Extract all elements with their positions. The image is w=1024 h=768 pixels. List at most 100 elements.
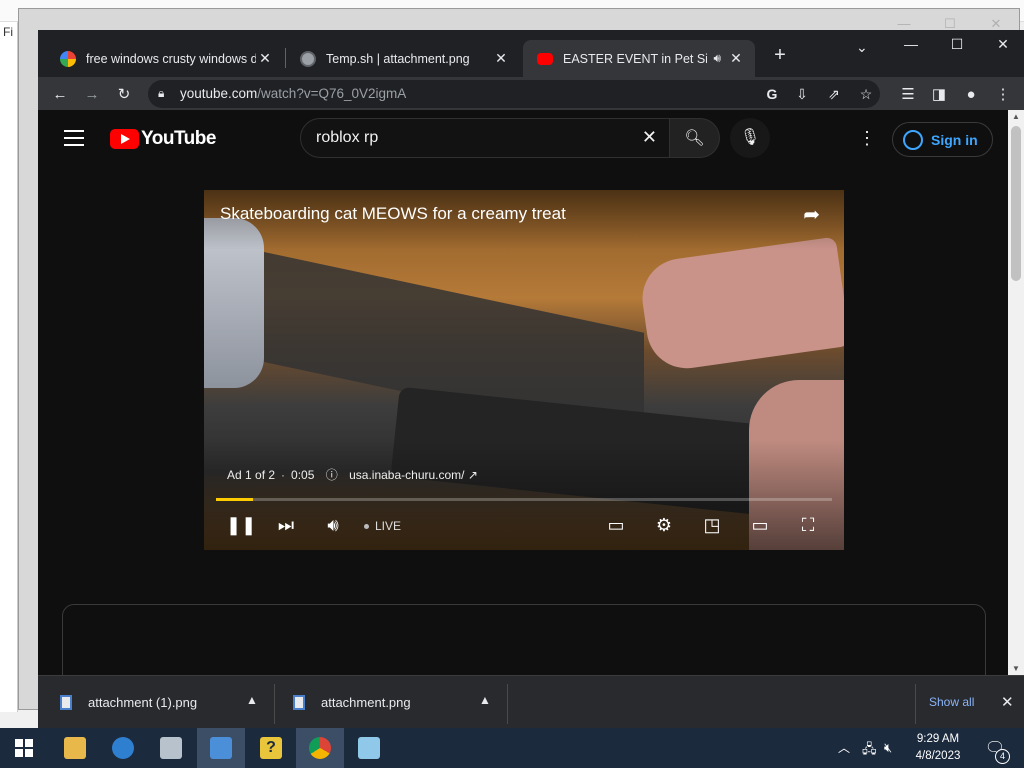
share-icon[interactable]: ➦	[803, 202, 820, 227]
tab-temp-sh[interactable]: Temp.sh | attachment.png ✕	[286, 40, 520, 77]
download-filename: attachment.png	[321, 695, 411, 710]
lock-icon[interactable]: 🔒︎	[158, 86, 164, 101]
ad-info: Ad 1 of 2 · 0:05 ⓘ usa.inaba-churu.com/ ↗	[227, 468, 478, 482]
fullscreen-icon[interactable]: ⛶	[795, 512, 821, 538]
close-download-shelf-icon[interactable]: ✕	[1001, 693, 1014, 711]
action-center-button[interactable]: 🗨︎ 4	[982, 738, 1010, 764]
live-label: LIVE	[375, 519, 402, 533]
volume-icon[interactable]: 🔊︎	[320, 512, 346, 538]
taskbar-chrome[interactable]	[296, 728, 344, 768]
clear-search-icon[interactable]: ✕	[642, 127, 657, 148]
folder-icon	[64, 737, 86, 759]
google-icon	[60, 50, 76, 67]
subtitles-icon[interactable]: ▭	[603, 512, 629, 538]
browser-toolbar: ← → ↻ 🔒︎ youtube.com/watch?v=Q76_0V2igmA…	[38, 77, 1024, 110]
chevron-up-icon[interactable]: ▲	[479, 693, 491, 707]
taskbar-file-explorer[interactable]	[51, 728, 99, 768]
tab-close-button[interactable]: ✕	[256, 50, 274, 67]
url-text: youtube.com/watch?v=Q76_0V2igmA	[180, 86, 406, 101]
youtube-wordmark: YouTube	[141, 128, 216, 149]
search-input[interactable]: roblox rp ✕	[300, 118, 670, 158]
youtube-logo[interactable]: YouTube	[110, 128, 216, 150]
video-title[interactable]: Skateboarding cat MEOWS for a creamy tre…	[220, 204, 566, 224]
next-icon[interactable]: ⏭︎	[273, 512, 299, 538]
youtube-icon	[537, 52, 553, 65]
back-icon[interactable]: ←	[47, 81, 73, 107]
close-window-button[interactable]: ✕	[980, 36, 1024, 53]
download-item[interactable]: attachment (1).png ▲	[38, 676, 273, 729]
tab-title: EASTER EVENT in Pet Simula	[563, 51, 708, 66]
new-tab-button[interactable]: +	[770, 44, 790, 67]
taskbar-app-2[interactable]	[99, 728, 147, 768]
video-player[interactable]: Skateboarding cat MEOWS for a creamy tre…	[204, 190, 844, 550]
tab-youtube[interactable]: EASTER EVENT in Pet Simula 🔊︎ ✕	[523, 40, 755, 77]
taskbar: ? ︿ 🖧︎ 🔇︎ 9:29 AM 4/8/2023 🗨︎ 4	[0, 728, 1024, 768]
taskbar-app-4[interactable]	[197, 728, 245, 768]
url-host: youtube.com	[180, 86, 258, 101]
tab-search-icon[interactable]: ⌄	[856, 39, 868, 56]
live-dot-icon	[364, 524, 369, 530]
maximize-button[interactable]: ☐	[934, 36, 980, 53]
network-icon[interactable]: 🖧︎	[862, 740, 877, 762]
progress-fill	[216, 498, 253, 501]
tab-google[interactable]: free windows crusty windows do ✕	[46, 40, 284, 77]
volume-muted-icon[interactable]: 🔇︎	[884, 740, 892, 756]
install-app-icon[interactable]: ⇩	[792, 84, 812, 104]
clock[interactable]: 9:29 AM 4/8/2023	[905, 731, 971, 765]
chevron-up-icon[interactable]: ▲	[246, 693, 258, 707]
clock-date: 4/8/2023	[915, 750, 961, 762]
taskbar-help[interactable]: ?	[247, 728, 295, 768]
taskbar-app-7[interactable]	[345, 728, 393, 768]
file-icon	[293, 695, 305, 710]
download-shelf: attachment (1).png ▲ attachment.png ▲ Sh…	[38, 675, 1024, 728]
reading-list-icon[interactable]: ☰	[895, 81, 921, 107]
live-indicator: LIVE	[364, 519, 401, 533]
minimize-button[interactable]: —	[888, 36, 934, 52]
search-icon: 🔍︎	[684, 130, 705, 147]
progress-bar[interactable]	[216, 498, 832, 501]
tab-close-button[interactable]: ✕	[492, 50, 510, 67]
menu-icon[interactable]	[64, 130, 84, 151]
video-frame-hand	[637, 236, 844, 374]
download-item[interactable]: attachment.png ▲	[271, 676, 507, 729]
sign-in-label: Sign in	[931, 131, 978, 148]
profile-icon[interactable]: ●	[958, 81, 984, 107]
settings-menu-icon[interactable]: ⋮	[858, 128, 876, 149]
tray-overflow-icon[interactable]: ︿	[838, 739, 850, 756]
app-icon	[160, 737, 182, 759]
theater-mode-icon[interactable]: ▭	[747, 512, 773, 538]
background-window-sidebar: Fi	[0, 22, 18, 712]
search-button[interactable]: 🔍︎	[670, 118, 720, 158]
scroll-up-icon[interactable]: ▲	[1012, 112, 1020, 121]
scroll-thumb[interactable]	[1011, 126, 1021, 281]
audio-playing-icon[interactable]: 🔊︎	[713, 51, 721, 66]
miniplayer-icon[interactable]: ◳	[699, 512, 725, 538]
tab-title: Temp.sh | attachment.png	[326, 51, 470, 66]
address-bar[interactable]: 🔒︎ youtube.com/watch?v=Q76_0V2igmA G ⇩ ⇗…	[148, 80, 880, 108]
side-panel-icon[interactable]: ◨	[926, 81, 952, 107]
pause-icon[interactable]: ❚❚	[226, 512, 256, 538]
ad-url-link[interactable]: usa.inaba-churu.com/	[349, 468, 464, 482]
info-icon[interactable]: ⓘ	[326, 468, 338, 482]
youtube-page: YouTube roblox rp ✕ 🔍︎ 🎙︎ ⋮ Sign in Skat…	[38, 110, 1008, 675]
bookmark-star-icon[interactable]: ☆	[856, 84, 876, 104]
start-button[interactable]	[0, 728, 48, 768]
scroll-down-icon[interactable]: ▼	[1012, 664, 1020, 673]
settings-gear-icon[interactable]: ⚙︎	[651, 512, 677, 538]
share-icon[interactable]: ⇗	[824, 84, 844, 104]
google-lens-icon[interactable]: G	[762, 84, 782, 104]
chrome-menu-icon[interactable]: ⋮	[990, 81, 1016, 107]
tab-close-button[interactable]: ✕	[727, 50, 745, 67]
page-scrollbar[interactable]: ▲ ▼	[1008, 110, 1024, 675]
sign-in-button[interactable]: Sign in	[892, 122, 993, 157]
forward-icon[interactable]: →	[79, 81, 105, 107]
show-all-downloads-link[interactable]: Show all	[929, 695, 974, 709]
chrome-window: free windows crusty windows do ✕ Temp.sh…	[38, 30, 1024, 728]
download-separator	[915, 684, 916, 724]
globe-icon	[300, 50, 316, 67]
download-filename: attachment (1).png	[88, 695, 198, 710]
taskbar-app-3[interactable]	[147, 728, 195, 768]
voice-search-icon[interactable]: 🎙︎	[730, 118, 770, 158]
clock-time: 9:29 AM	[916, 733, 960, 745]
reload-icon[interactable]: ↻	[111, 81, 137, 107]
